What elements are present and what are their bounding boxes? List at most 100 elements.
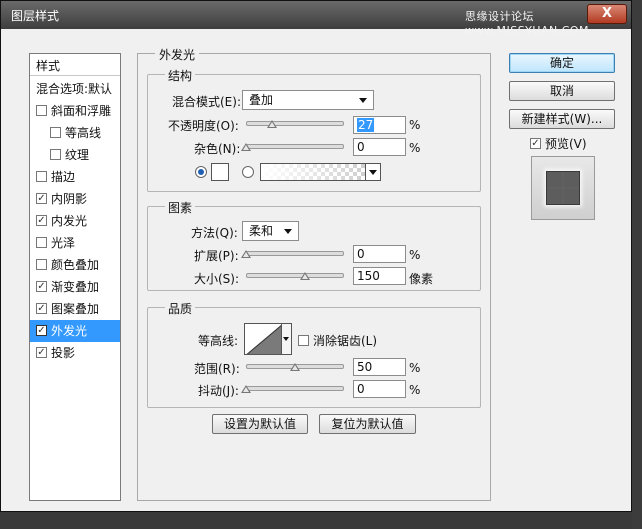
style-item-checkbox[interactable] (36, 215, 47, 226)
make-default-button[interactable]: 设置为默认值 (212, 414, 308, 434)
jitter-slider-track[interactable] (246, 386, 344, 391)
range-unit: % (409, 361, 421, 375)
style-item[interactable]: 纹理 (30, 144, 120, 166)
style-item-label: 渐变叠加 (51, 280, 100, 294)
styles-list: 样式 混合选项:默认斜面和浮雕等高线纹理描边内阴影内发光光泽颜色叠加渐变叠加图案… (29, 53, 121, 501)
antialias-label: 消除锯齿(L) (313, 334, 378, 348)
range-label: 范围(R): (194, 362, 240, 376)
noise-input[interactable]: 0 (353, 138, 406, 156)
opacity-unit: % (409, 118, 421, 132)
style-item-label: 内发光 (51, 214, 88, 228)
opacity-slider-track[interactable] (246, 121, 344, 126)
style-item-label: 光泽 (51, 236, 76, 250)
style-item-checkbox[interactable] (36, 347, 47, 358)
antialias-checkbox[interactable] (298, 335, 309, 346)
style-item[interactable]: 内阴影 (30, 188, 120, 210)
style-item-label: 颜色叠加 (51, 258, 100, 272)
style-item[interactable]: 混合选项:默认 (30, 78, 120, 100)
style-item-label: 内阴影 (51, 192, 88, 206)
gradient-preview[interactable] (260, 163, 366, 181)
style-item-checkbox[interactable] (36, 237, 47, 248)
size-slider-thumb[interactable] (299, 272, 310, 280)
style-item-label: 描边 (51, 170, 76, 184)
jitter-slider-thumb[interactable] (241, 385, 251, 393)
contour-curve-icon (246, 325, 281, 354)
contour-dropdown-arrow[interactable] (282, 323, 292, 355)
opacity-value: 27 (357, 118, 375, 132)
style-item[interactable]: 等高线 (30, 122, 120, 144)
range-input[interactable]: 50 (353, 358, 406, 376)
quality-title: 品质 (165, 300, 196, 317)
solid-color-radio[interactable] (195, 166, 207, 178)
new-style-button[interactable]: 新建样式(W)... (509, 109, 615, 129)
jitter-label: 抖动(J): (198, 384, 239, 398)
antialias-checkbox-wrap[interactable]: 消除锯齿(L) (298, 332, 377, 349)
cancel-button[interactable]: 取消 (509, 81, 615, 101)
preview-label: 预览(V) (545, 137, 587, 151)
close-button[interactable]: X (587, 4, 627, 24)
ok-button[interactable]: 确定 (509, 53, 615, 73)
spread-unit: % (409, 248, 421, 262)
noise-label: 杂色(N): (194, 142, 241, 156)
style-item[interactable]: 描边 (30, 166, 120, 188)
style-item-checkbox[interactable] (36, 325, 47, 336)
style-item[interactable]: 外发光 (30, 320, 120, 342)
style-item-label: 图案叠加 (51, 302, 100, 316)
style-item-checkbox[interactable] (36, 171, 47, 182)
spread-slider-track[interactable] (246, 251, 344, 256)
dialog-title: 图层样式 (11, 9, 60, 23)
style-item[interactable]: 渐变叠加 (30, 276, 120, 298)
contour-label: 等高线: (198, 334, 239, 348)
style-item[interactable]: 颜色叠加 (30, 254, 120, 276)
outer-glow-title: 外发光 (155, 46, 200, 63)
style-item[interactable]: 内发光 (30, 210, 120, 232)
noise-slider-thumb[interactable] (241, 143, 251, 151)
spread-input[interactable]: 0 (353, 245, 406, 263)
preview-thumbnail (546, 171, 580, 205)
technique-label: 方法(Q): (191, 226, 238, 240)
spread-label: 扩展(P): (194, 249, 239, 263)
style-item[interactable]: 图案叠加 (30, 298, 120, 320)
background-app-strip (0, 512, 642, 529)
glow-color-swatch[interactable] (211, 163, 229, 181)
style-item-checkbox[interactable] (36, 193, 47, 204)
style-item-checkbox[interactable] (50, 149, 61, 160)
opacity-slider-thumb[interactable] (267, 120, 278, 128)
noise-slider-track[interactable] (246, 144, 344, 149)
style-item-checkbox[interactable] (36, 281, 47, 292)
style-item-label: 投影 (51, 346, 76, 360)
contour-picker[interactable] (244, 323, 282, 355)
background-app-edge (632, 0, 642, 529)
style-item-label: 等高线 (65, 126, 102, 140)
style-item[interactable]: 投影 (30, 342, 120, 364)
noise-unit: % (409, 141, 421, 155)
jitter-input[interactable]: 0 (353, 380, 406, 398)
blend-mode-label: 混合模式(E): (172, 95, 241, 109)
style-item-checkbox[interactable] (36, 259, 47, 270)
preview-checkbox[interactable] (530, 138, 541, 149)
opacity-input[interactable]: 27 (353, 116, 406, 134)
style-item-label: 斜面和浮雕 (51, 104, 112, 118)
styles-header[interactable]: 样式 (30, 54, 120, 76)
reset-default-button[interactable]: 复位为默认值 (319, 414, 416, 434)
spread-slider-thumb[interactable] (241, 250, 251, 258)
size-unit: 像素 (409, 272, 434, 286)
preview-checkbox-wrap[interactable]: 预览(V) (530, 135, 587, 152)
technique-select[interactable]: 柔和 (242, 221, 299, 241)
range-slider-thumb[interactable] (290, 363, 300, 371)
style-item-checkbox[interactable] (50, 127, 61, 138)
blend-mode-select[interactable]: 叠加 (242, 90, 374, 110)
style-item[interactable]: 光泽 (30, 232, 120, 254)
size-slider-track[interactable] (246, 273, 344, 278)
style-item-checkbox[interactable] (36, 303, 47, 314)
style-preview (531, 156, 595, 220)
gradient-dropdown-arrow[interactable] (365, 163, 381, 181)
structure-title: 结构 (165, 67, 196, 84)
elements-title: 图素 (165, 199, 196, 216)
jitter-unit: % (409, 383, 421, 397)
gradient-radio[interactable] (242, 166, 254, 178)
style-item-checkbox[interactable] (36, 105, 47, 116)
style-item-label: 混合选项:默认 (36, 82, 113, 96)
size-input[interactable]: 150 (353, 267, 406, 285)
style-item[interactable]: 斜面和浮雕 (30, 100, 120, 122)
